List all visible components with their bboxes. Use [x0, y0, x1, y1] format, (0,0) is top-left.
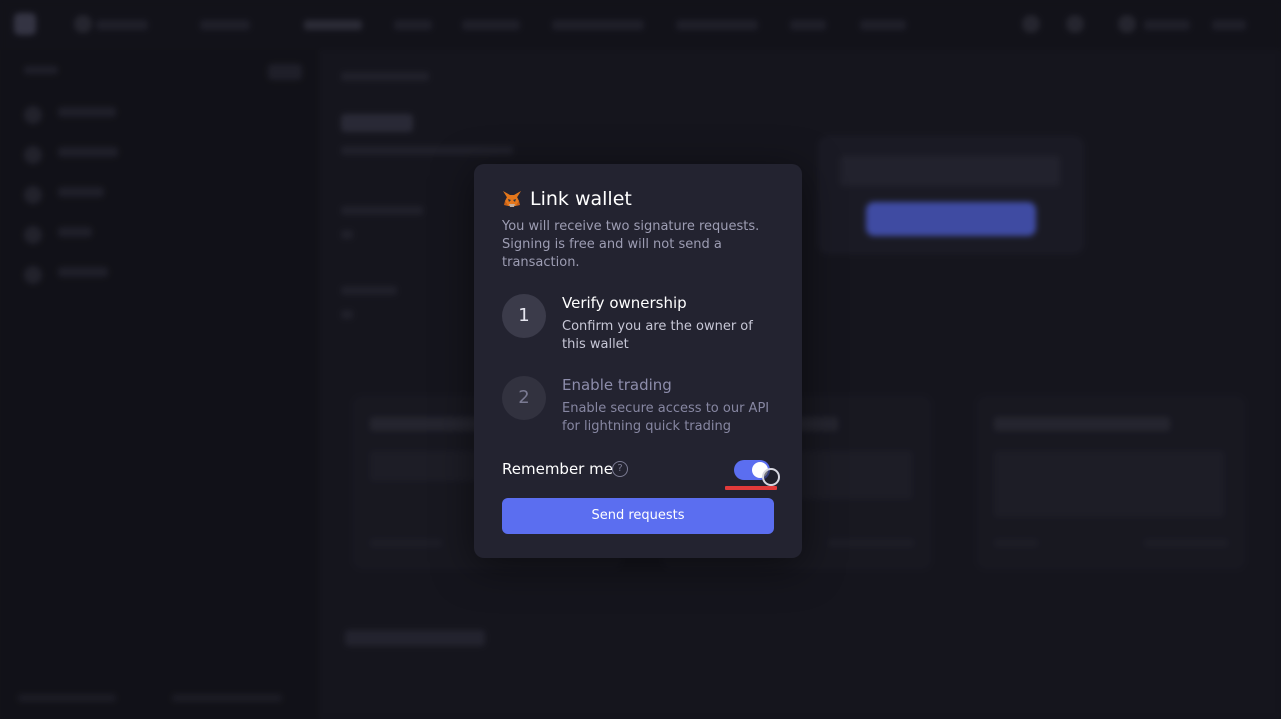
step-title: Verify ownership [562, 294, 687, 312]
step-enable-trading: 2 Enable trading Enable secure access to… [502, 376, 782, 438]
modal-title: Link wallet [530, 188, 632, 210]
remember-me-label: Remember me [502, 460, 613, 478]
modal-description: You will receive two signature requests.… [502, 219, 760, 270]
focus-marker [725, 486, 777, 490]
step-description: Confirm you are the owner of this wallet [562, 319, 753, 352]
remember-me-row: Remember me ? [502, 458, 774, 482]
link-wallet-modal: Link wallet You will receive two signatu… [474, 164, 802, 558]
send-requests-button[interactable]: Send requests [502, 498, 774, 534]
cursor-indicator-icon [762, 468, 780, 486]
step-number: 1 [502, 294, 546, 338]
help-icon[interactable]: ? [612, 461, 628, 477]
metamask-fox-icon [503, 191, 521, 207]
step-number: 2 [502, 376, 546, 420]
step-description: Enable secure access to our API for ligh… [562, 401, 770, 434]
step-title: Enable trading [562, 376, 672, 394]
step-verify-ownership: 1 Verify ownership Confirm you are the o… [502, 294, 782, 356]
